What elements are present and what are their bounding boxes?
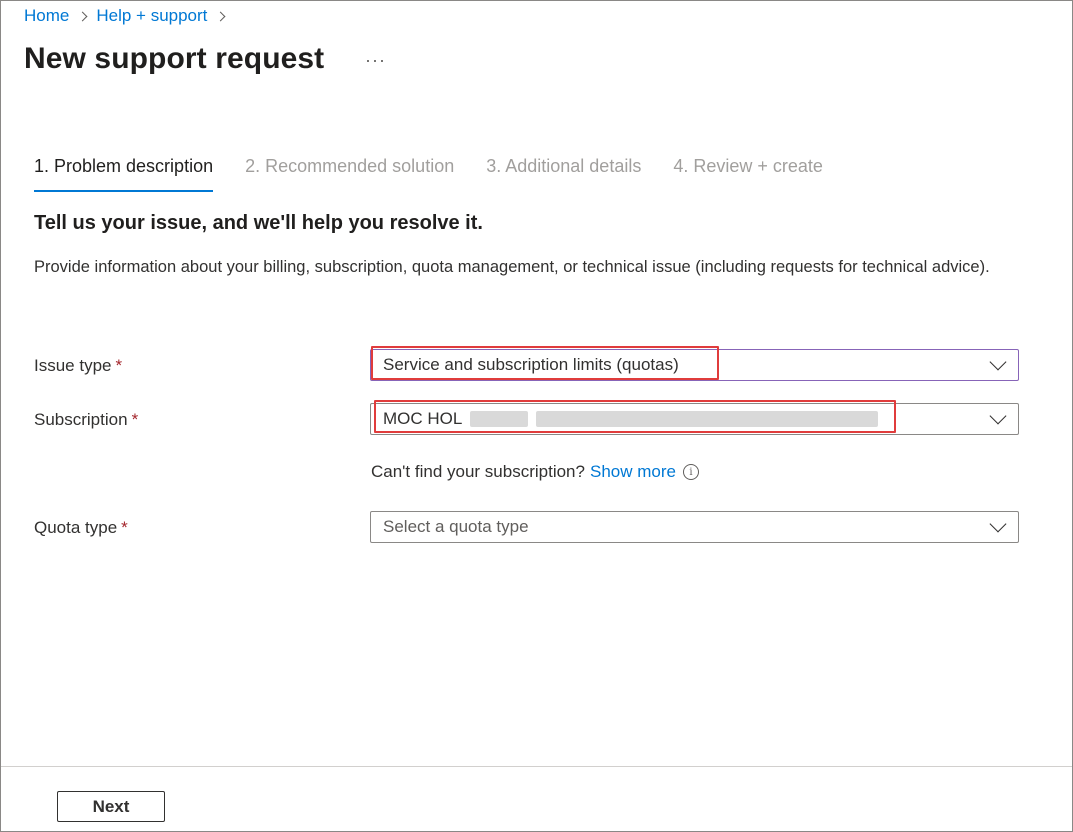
issue-type-dropdown[interactable]: Service and subscription limits (quotas) [370, 349, 1019, 381]
breadcrumb-help-support-link[interactable]: Help + support [96, 6, 207, 26]
tab-additional-details[interactable]: 3. Additional details [486, 156, 641, 192]
wizard-tabs: 1. Problem description 2. Recommended so… [34, 156, 855, 192]
required-marker: * [115, 356, 123, 375]
chevron-down-icon [989, 407, 1007, 425]
issue-type-value: Service and subscription limits (quotas) [383, 355, 679, 374]
subscription-helper: Can't find your subscription? Show more … [371, 462, 699, 482]
tab-problem-description[interactable]: 1. Problem description [34, 156, 214, 192]
info-icon[interactable]: i [682, 464, 699, 480]
page-title: New support request [24, 42, 325, 75]
subscription-value: MOC HOL [383, 409, 463, 428]
subscription-label: Subscription * [34, 410, 138, 430]
quota-type-dropdown[interactable]: Select a quota type [370, 511, 1019, 543]
section-heading: Tell us your issue, and we'll help you r… [34, 212, 483, 234]
chevron-right-icon [77, 11, 88, 21]
more-options-icon[interactable]: ··· [365, 50, 386, 71]
show-more-link[interactable]: Show more [590, 462, 676, 482]
subscription-label-text: Subscription [34, 410, 128, 429]
redacted-subscription-name [470, 411, 529, 427]
tab-recommended-solution[interactable]: 2. Recommended solution [245, 156, 454, 192]
required-marker: * [121, 518, 128, 537]
section-description: Provide information about your billing, … [34, 258, 990, 276]
tab-review-create[interactable]: 4. Review + create [673, 156, 823, 192]
redacted-subscription-id [536, 411, 879, 427]
issue-type-label-text: Issue type [34, 356, 112, 375]
quota-type-label: Quota type * [34, 518, 128, 538]
required-marker: * [131, 410, 139, 429]
chevron-down-icon [989, 515, 1007, 533]
chevron-down-icon [989, 353, 1007, 371]
chevron-right-icon [215, 11, 226, 21]
breadcrumb: Home Help + support [24, 6, 234, 26]
subscription-helper-text: Can't find your subscription? [371, 462, 585, 481]
issue-type-label: Issue type * [34, 356, 122, 376]
footer-divider [1, 766, 1072, 767]
quota-type-placeholder: Select a quota type [383, 517, 529, 536]
breadcrumb-home-link[interactable]: Home [24, 6, 69, 26]
quota-type-label-text: Quota type [34, 518, 118, 537]
next-button[interactable]: Next [57, 791, 165, 822]
subscription-dropdown[interactable]: MOC HOL [370, 403, 1019, 435]
